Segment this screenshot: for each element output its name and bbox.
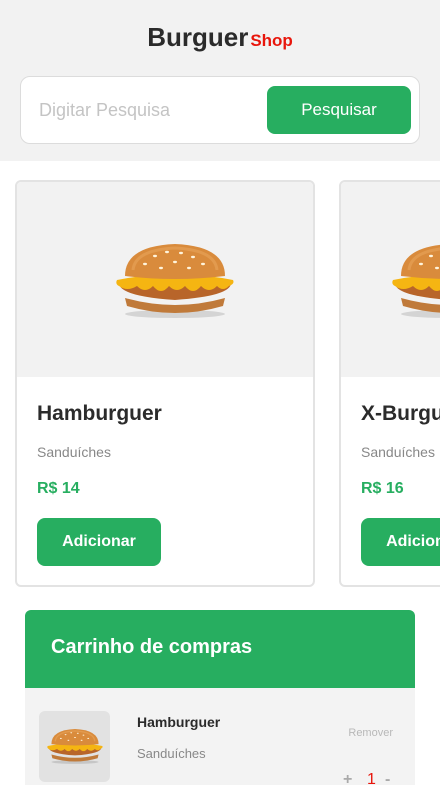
- product-name: X-Burguer: [361, 402, 440, 425]
- product-card: X-Burguer Sanduíches R$ 16 Adicionar: [339, 180, 440, 587]
- brand-title: Burguer: [147, 22, 249, 52]
- header-area: BurguerShop Pesquisar: [0, 0, 440, 161]
- search-input[interactable]: [39, 91, 269, 129]
- search-button[interactable]: Pesquisar: [267, 86, 411, 134]
- product-image-frame: [17, 182, 313, 377]
- cart-item-category: Sanduíches: [137, 746, 206, 761]
- product-name: Hamburguer: [37, 402, 162, 425]
- shopping-cart: Carrinho de compras Hamburguer Sanduíche…: [25, 610, 415, 785]
- brand-logo: Burguer Shop: [0, 22, 440, 53]
- product-card: Hamburguer Sanduíches R$ 14 Adicionar: [15, 180, 315, 587]
- burger-image: [381, 240, 440, 320]
- cart-item-name: Hamburguer: [137, 714, 221, 730]
- decrease-quantity-button[interactable]: -: [385, 771, 390, 785]
- product-price: R$ 14: [37, 480, 80, 497]
- burger-image: [42, 727, 108, 765]
- add-to-cart-button[interactable]: Adicionar: [361, 518, 440, 566]
- cart-title: Carrinho de compras: [51, 636, 253, 658]
- remove-item-button[interactable]: Remover: [348, 727, 393, 739]
- quantity-value: 1: [367, 771, 376, 785]
- product-category: Sanduíches: [361, 444, 435, 460]
- search-bar: Pesquisar: [20, 76, 420, 144]
- cart-header: Carrinho de compras: [25, 610, 415, 688]
- burger-image: [105, 240, 245, 320]
- product-category: Sanduíches: [37, 444, 111, 460]
- product-image-frame: [341, 182, 440, 377]
- increase-quantity-button[interactable]: +: [343, 771, 352, 785]
- product-price: R$ 16: [361, 480, 404, 497]
- brand-subtitle: Shop: [250, 31, 293, 50]
- add-to-cart-button[interactable]: Adicionar: [37, 518, 161, 566]
- cart-item-thumbnail: [39, 711, 110, 782]
- product-list[interactable]: Hamburguer Sanduíches R$ 14 Adicionar X-…: [0, 161, 440, 601]
